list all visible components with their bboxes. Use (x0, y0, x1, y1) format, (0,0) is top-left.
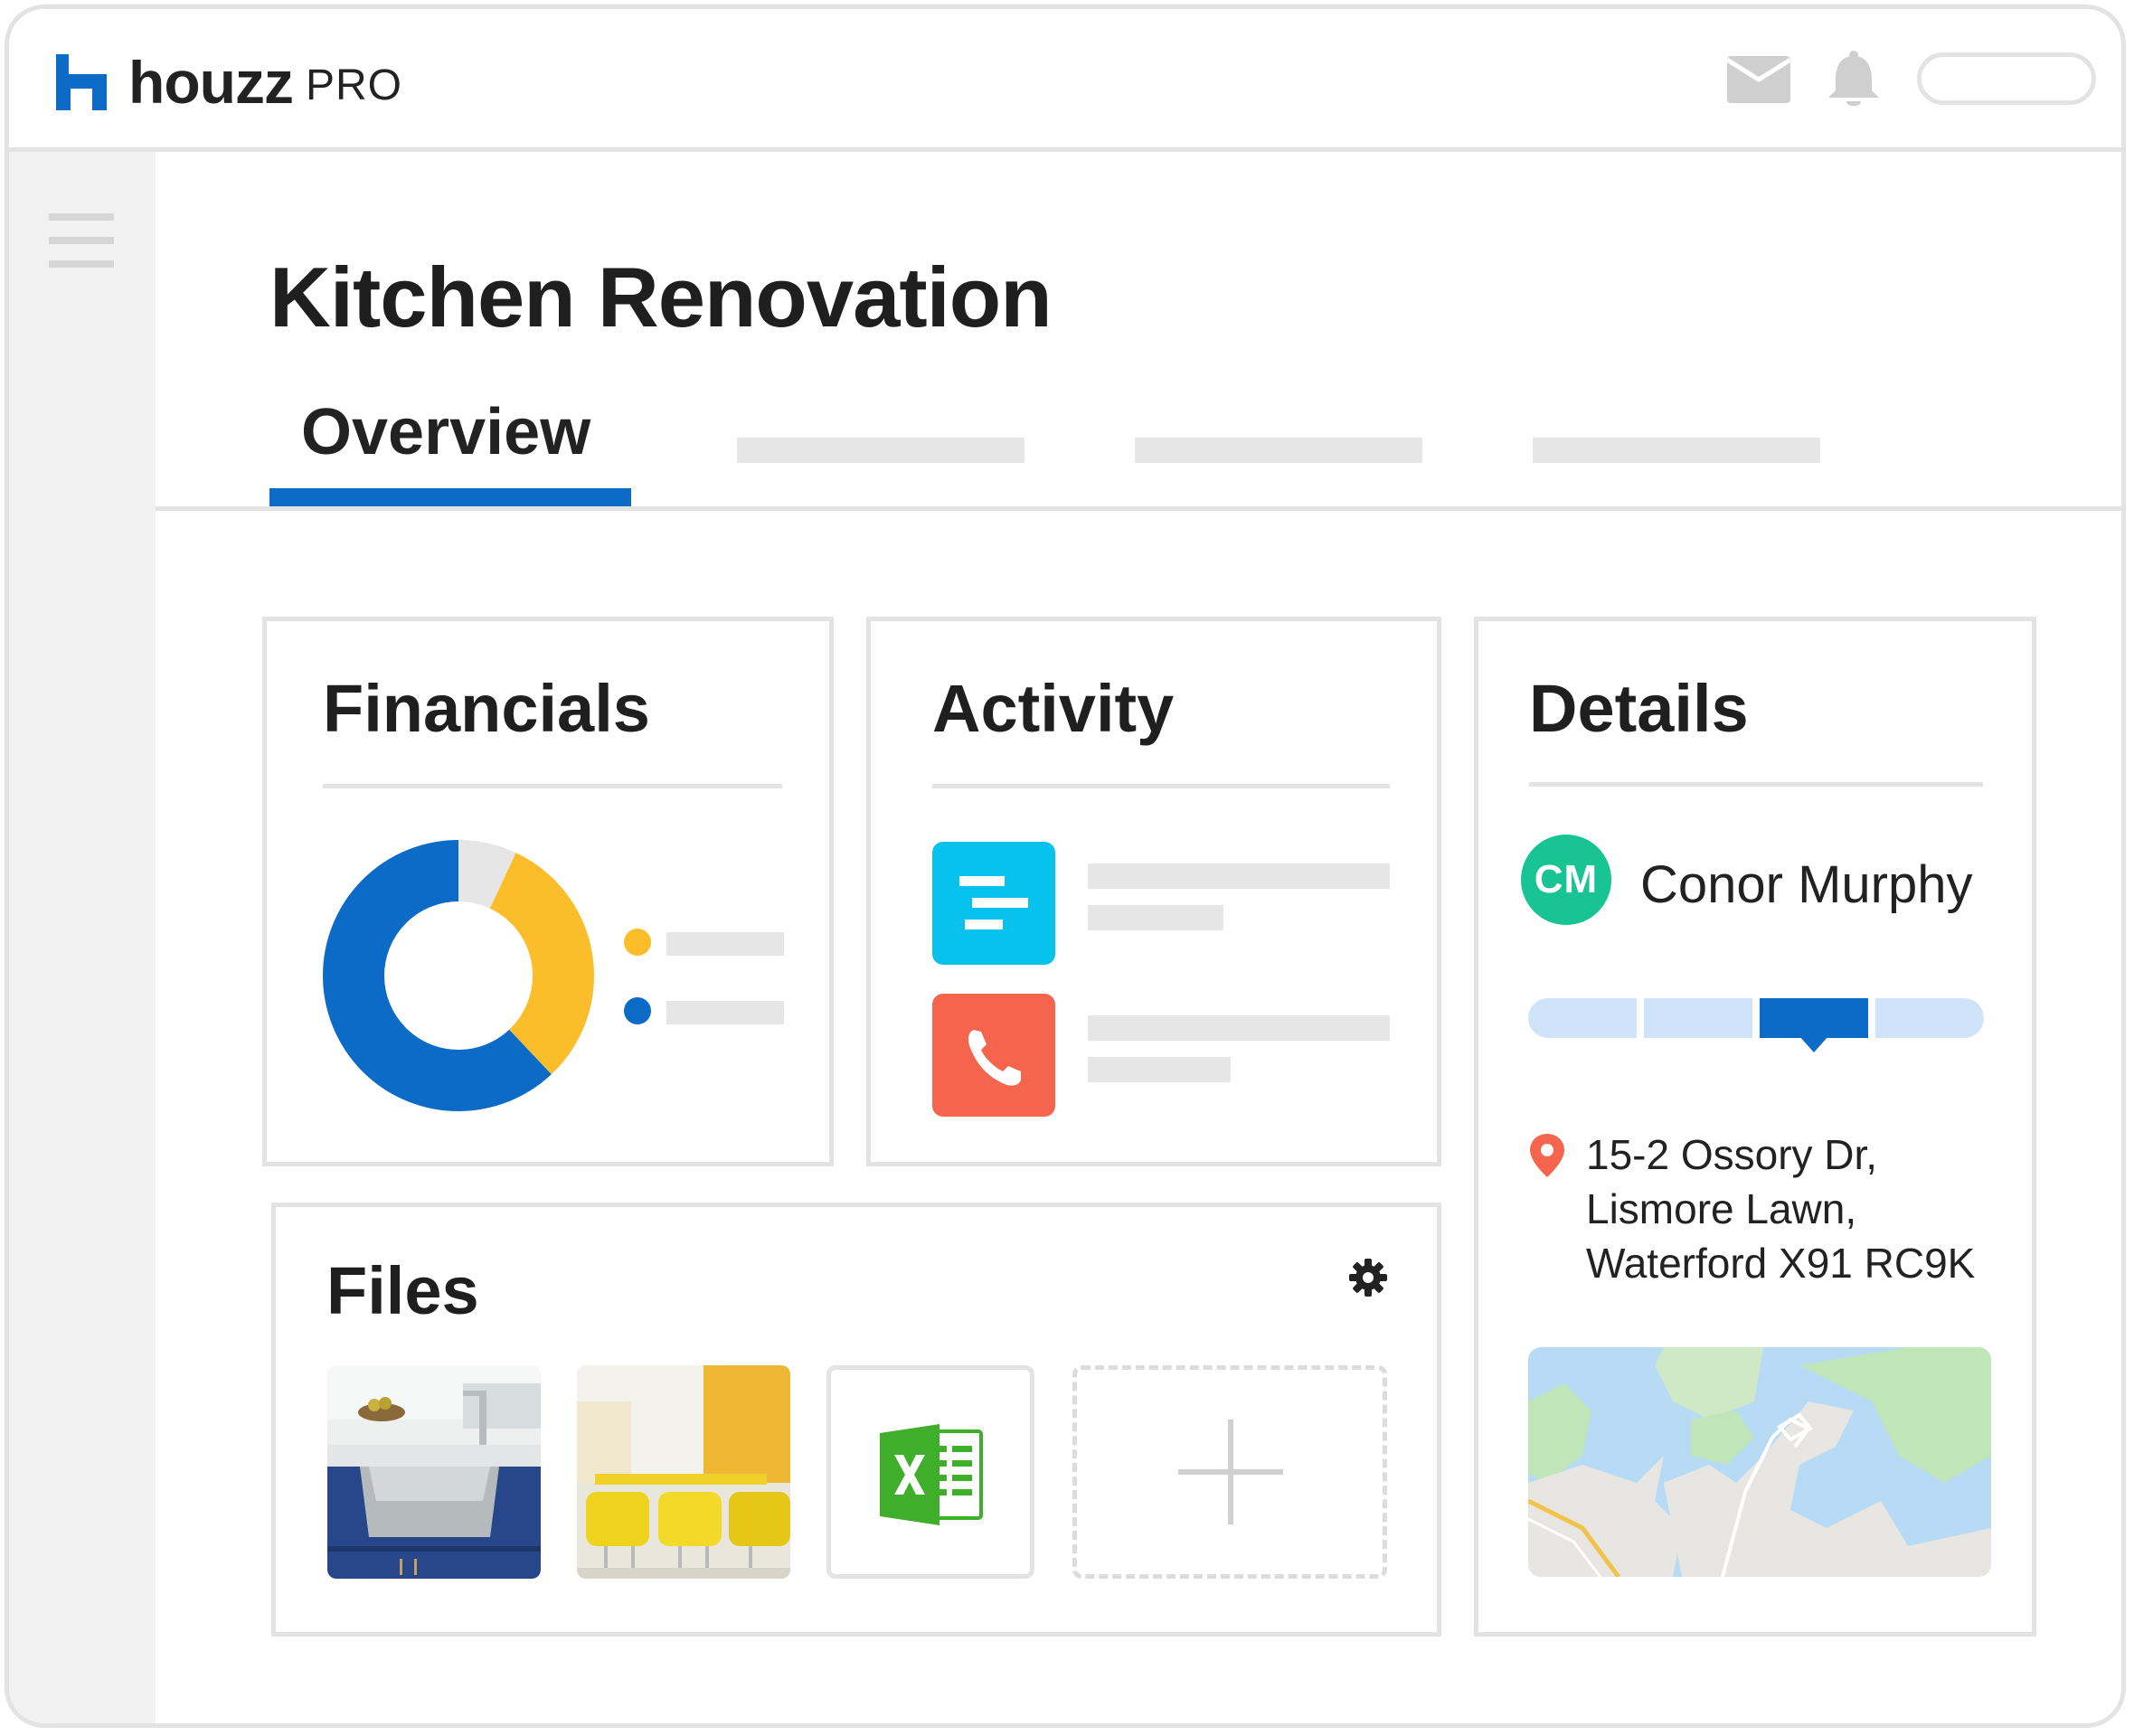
mail-icon[interactable] (1727, 56, 1790, 103)
progress-stage[interactable] (1644, 998, 1752, 1038)
plus-icon (1178, 1420, 1283, 1524)
location-map[interactable] (1528, 1347, 1991, 1577)
card-title: Details (1529, 671, 1749, 746)
yellow-chairs-photo[interactable] (577, 1365, 790, 1579)
app-window: houzz PRO Kitchen Renovation Overview Fi… (5, 5, 2126, 1728)
progress-stage[interactable] (1528, 998, 1637, 1038)
excel-file-tile[interactable] (826, 1365, 1034, 1579)
tab-placeholder[interactable] (1533, 438, 1820, 463)
current-stage-pointer (1799, 1036, 1828, 1052)
card-divider (1529, 782, 1983, 787)
address-line-2: Lismore Lawn, (1586, 1185, 1857, 1232)
card-title: Files (326, 1253, 479, 1328)
sidebar (9, 152, 156, 1723)
legend-dot-yellow (624, 929, 651, 956)
activity-card[interactable]: Activity (866, 617, 1441, 1166)
address-line-1: 15-2 Ossory Dr, (1586, 1131, 1878, 1178)
tab-placeholder[interactable] (1135, 438, 1422, 463)
financials-card[interactable]: Financials (262, 617, 834, 1166)
client-avatar[interactable]: CM (1521, 835, 1611, 925)
client-name[interactable]: Conor Murphy (1640, 859, 1972, 911)
activity-text-placeholder (1088, 905, 1223, 930)
houzz-logo-icon (56, 54, 107, 110)
legend-label-placeholder (666, 1001, 784, 1024)
activity-text-placeholder (1088, 1015, 1390, 1041)
hamburger-menu-icon[interactable] (49, 213, 114, 269)
phone-icon[interactable] (932, 994, 1055, 1117)
card-divider (932, 784, 1390, 788)
tab-overview[interactable]: Overview (269, 389, 631, 508)
schedule-icon[interactable] (932, 842, 1055, 965)
card-divider (323, 784, 782, 788)
bell-icon[interactable] (1825, 51, 1883, 110)
tab-placeholder[interactable] (737, 438, 1025, 463)
search-bar[interactable] (1917, 52, 2096, 105)
card-title: Activity (932, 671, 1175, 746)
brand-suffix: PRO (305, 61, 402, 109)
progress-stage[interactable] (1875, 998, 1984, 1038)
add-file-button[interactable] (1072, 1365, 1387, 1579)
activity-text-placeholder (1088, 863, 1390, 889)
active-tab-indicator (269, 488, 631, 508)
top-bar: houzz PRO (9, 9, 2121, 152)
tab-overview-label: Overview (301, 396, 591, 468)
page-title: Kitchen Renovation (269, 250, 1053, 344)
address-line-3: Waterford X91 RC9K (1586, 1240, 1976, 1287)
kitchen-sink-photo[interactable] (327, 1365, 541, 1579)
legend-label-placeholder (666, 932, 784, 956)
brand-name: houzz (128, 49, 294, 116)
houzz-pro-logo[interactable]: houzz PRO (56, 52, 402, 112)
tabs-divider (156, 506, 2121, 511)
legend-dot-blue (624, 997, 651, 1024)
progress-stage-current[interactable] (1760, 998, 1868, 1038)
financials-donut-chart (323, 840, 594, 1111)
excel-file-icon (880, 1424, 983, 1525)
activity-text-placeholder (1088, 1057, 1231, 1082)
location-pin-icon (1530, 1134, 1564, 1177)
gear-icon[interactable] (1349, 1259, 1387, 1297)
card-title: Financials (323, 671, 650, 746)
